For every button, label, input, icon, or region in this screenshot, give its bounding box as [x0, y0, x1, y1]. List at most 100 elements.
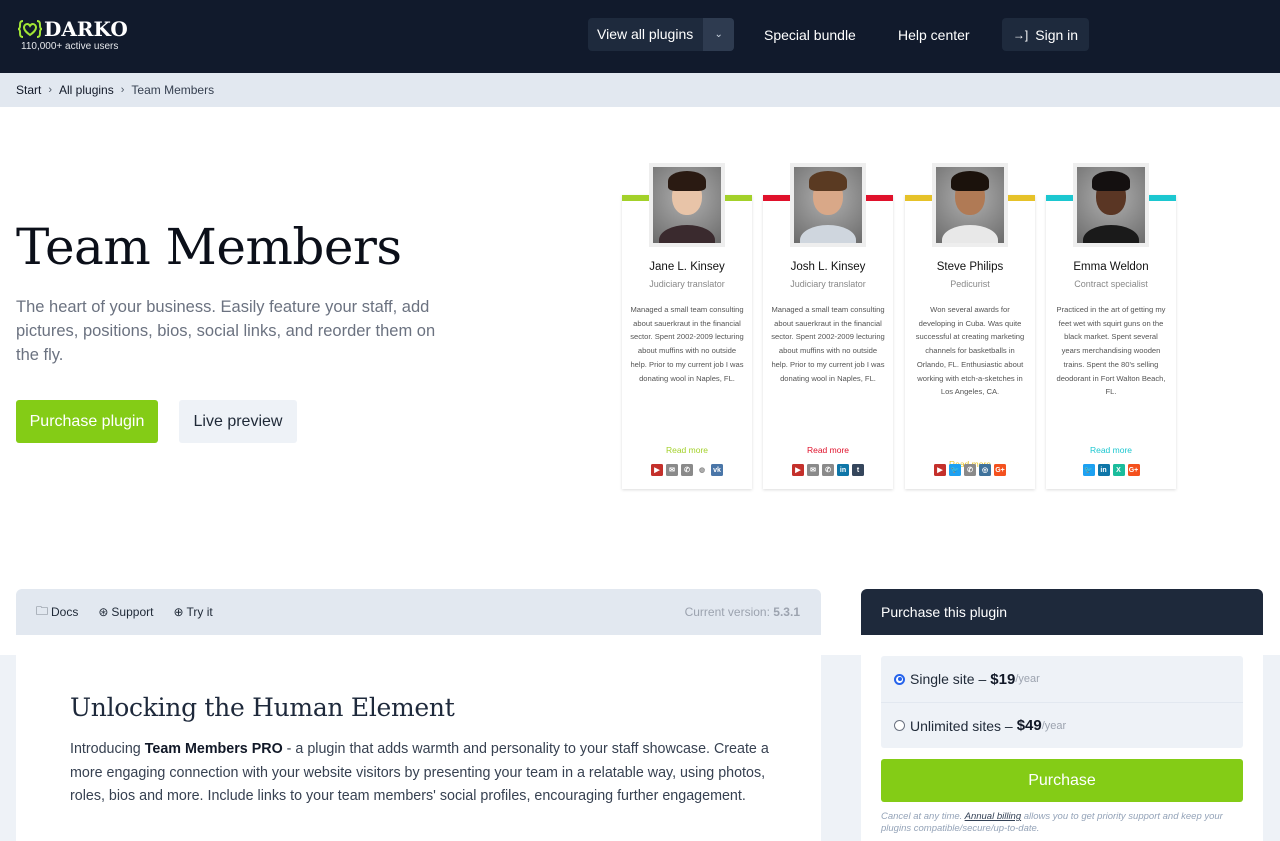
youtube-icon[interactable]: ▶ [792, 464, 804, 476]
read-more-link[interactable]: Read more [1046, 445, 1176, 455]
radio-unlimited-sites[interactable] [894, 720, 905, 731]
purchase-card: Purchase this plugin Single site – $19 /… [861, 589, 1263, 841]
purchase-card-title: Purchase this plugin [861, 589, 1263, 635]
member-social-links: ▶ 🐦 ✆ ◎ G+ [905, 464, 1035, 476]
option-price: $49 [1016, 717, 1042, 734]
folder-icon: 🗀 [36, 603, 49, 618]
accent-bar [763, 195, 790, 201]
view-all-plugins-dropdown[interactable]: View all plugins ⌄ [588, 18, 735, 51]
youtube-icon[interactable]: ▶ [934, 464, 946, 476]
accent-bar [866, 195, 893, 201]
globe-icon: ⊕ [173, 605, 184, 619]
member-name: Steve Philips [936, 261, 1004, 273]
member-role: Pedicurist [950, 279, 990, 289]
phone-icon[interactable]: ✆ [822, 464, 834, 476]
top-navigation-bar: DARKO 110,000+ active users View all plu… [0, 0, 1280, 73]
brand-name: DARKO [44, 17, 128, 41]
member-role: Contract specialist [1074, 279, 1148, 289]
page-title: Team Members [16, 218, 402, 276]
team-member-card: Steve Philips Pedicurist Won several awa… [905, 163, 1035, 489]
brand-logo[interactable]: DARKO 110,000+ active users [17, 18, 128, 52]
member-avatar [794, 167, 862, 243]
read-more-link[interactable]: Read more [622, 445, 752, 455]
phone-icon[interactable]: ✆ [964, 464, 976, 476]
email-icon[interactable]: ✉ [807, 464, 819, 476]
chevron-down-icon[interactable]: ⌄ [703, 18, 735, 51]
email-icon[interactable]: ✉ [666, 464, 678, 476]
option-label: Unlimited sites – [910, 717, 1013, 734]
purchase-button[interactable]: Purchase [881, 759, 1243, 802]
sign-in-button[interactable]: →] Sign in [1002, 18, 1089, 51]
read-more-link[interactable]: Read more [763, 445, 893, 455]
plugin-description-card: Unlocking the Human Element Introducing … [16, 635, 821, 841]
tab-docs-label: Docs [51, 605, 79, 619]
tab-docs[interactable]: 🗀 Docs [36, 602, 78, 623]
member-bio: Managed a small team consulting about sa… [771, 305, 885, 383]
team-member-card: Emma Weldon Contract specialist Practice… [1046, 163, 1176, 489]
linkedin-icon[interactable]: in [1097, 464, 1110, 476]
radio-single-site[interactable] [894, 673, 905, 685]
intro-text: Introducing [70, 741, 145, 757]
member-social-links: 🐦 in X G+ [1046, 464, 1176, 476]
tumblr-icon[interactable]: t [852, 464, 864, 476]
member-role: Judiciary translator [649, 279, 725, 289]
license-option-unlimited[interactable]: Unlimited sites – $49 /year [881, 702, 1243, 748]
youtube-icon[interactable]: ▶ [651, 464, 663, 476]
member-photo [1073, 163, 1149, 247]
breadcrumb-separator: › [48, 84, 53, 96]
billing-note: Cancel at any time. Annual billing allow… [881, 811, 1243, 835]
license-option-single[interactable]: Single site – $19 /year [881, 656, 1243, 702]
breadcrumb-start[interactable]: Start [16, 83, 41, 97]
member-social-links: ▶ ✉ ✆ ◍ vk [622, 464, 752, 476]
twitter-icon[interactable]: 🐦 [949, 464, 961, 476]
member-photo [932, 163, 1008, 247]
member-social-links: ▶ ✉ ✆ in t [763, 464, 893, 476]
breadcrumb-current: Team Members [131, 83, 215, 97]
member-photo [790, 163, 866, 247]
tab-try-it[interactable]: ⊕ Try it [173, 605, 212, 619]
instagram-icon[interactable]: ◎ [979, 464, 991, 476]
member-avatar [936, 167, 1004, 243]
option-price: $19 [990, 670, 1016, 688]
annual-billing-link[interactable]: Annual billing [965, 811, 1022, 822]
section-heading: Unlocking the Human Element [70, 693, 455, 722]
vk-icon[interactable]: vk [711, 464, 723, 476]
twitter-icon[interactable]: 🐦 [1082, 464, 1095, 476]
nav-special-bundle[interactable]: Special bundle [764, 18, 856, 51]
google-plus-icon[interactable]: G+ [1127, 464, 1140, 476]
nav-help-center[interactable]: Help center [898, 18, 970, 51]
member-photo [649, 163, 725, 247]
logo-heart-braces-icon [17, 20, 43, 38]
google-plus-icon[interactable]: G+ [994, 464, 1006, 476]
member-bio: Practiced in the art of getting my feet … [1056, 305, 1166, 397]
breadcrumb-all-plugins[interactable]: All plugins [59, 83, 114, 97]
sign-in-label: Sign in [1035, 26, 1079, 43]
purchase-plugin-button[interactable]: Purchase plugin [16, 400, 158, 443]
brand-tagline: 110,000+ active users [21, 41, 119, 52]
version-number: 5.3.1 [773, 605, 800, 619]
tab-support-label: Support [111, 605, 154, 619]
view-all-plugins-label[interactable]: View all plugins [588, 18, 703, 51]
accent-bar [725, 195, 752, 201]
phone-icon[interactable]: ✆ [681, 464, 693, 476]
sign-in-icon: →] [1012, 27, 1029, 42]
member-avatar [1077, 167, 1145, 243]
member-role: Judiciary translator [790, 279, 866, 289]
option-label: Single site – [910, 671, 987, 687]
accent-bar [905, 195, 932, 201]
team-member-card: Jane L. Kinsey Judiciary translator Mana… [622, 163, 752, 489]
accent-bar [1149, 195, 1176, 201]
breadcrumb: Start › All plugins › Team Members [0, 73, 1280, 107]
xing-icon[interactable]: X [1112, 464, 1125, 476]
member-bio: Won several awards for developing in Cub… [915, 305, 1025, 397]
tab-support[interactable]: ⊛ Support [98, 605, 153, 619]
option-period: /year [1041, 719, 1067, 732]
license-options: Single site – $19 /year Unlimited sites … [881, 656, 1243, 748]
linkedin-icon[interactable]: in [837, 464, 849, 476]
option-period: /year [1015, 673, 1040, 685]
member-avatar [653, 167, 721, 243]
accent-bar [1046, 195, 1073, 201]
section-paragraph: Introducing Team Members PRO - a plugin … [70, 738, 770, 809]
website-icon[interactable]: ◍ [696, 464, 708, 476]
live-preview-button[interactable]: Live preview [179, 400, 297, 443]
